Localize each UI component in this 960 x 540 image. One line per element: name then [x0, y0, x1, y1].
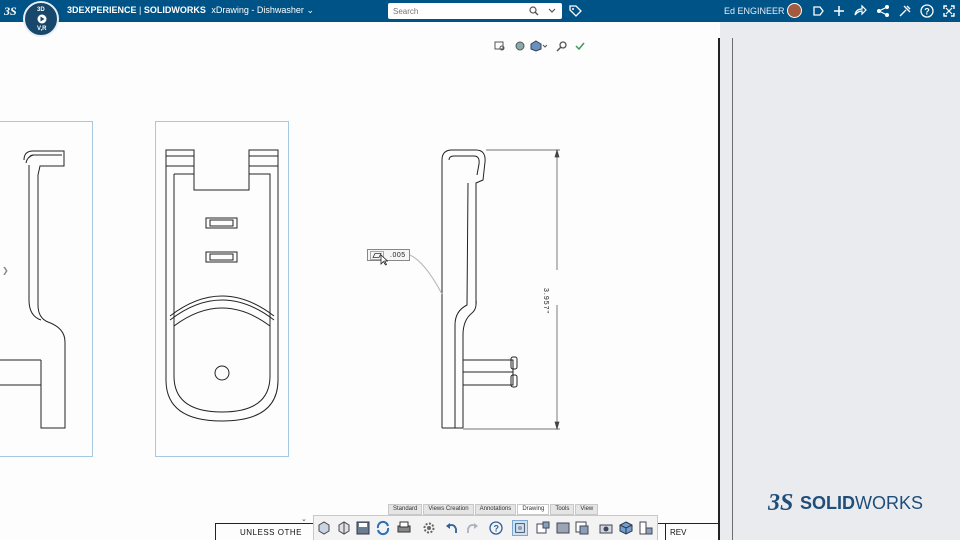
tab-views-creation[interactable]: Views Creation [423, 504, 474, 515]
username[interactable]: Ed ENGINEER [724, 6, 785, 16]
help-icon[interactable]: ? [919, 3, 935, 19]
bom-table-icon[interactable] [638, 520, 654, 536]
rebuild-icon[interactable] [375, 520, 391, 536]
compass-button[interactable]: 3D V,R [23, 1, 59, 37]
redo-icon[interactable] [464, 520, 480, 536]
share-arrow-icon[interactable] [852, 3, 868, 19]
fullscreen-icon[interactable] [941, 3, 957, 19]
svg-text:?: ? [494, 524, 500, 534]
svg-text:3S: 3S [768, 490, 793, 516]
left-view-geometry [0, 150, 66, 429]
compass-label-vr: V,R [37, 26, 47, 32]
front-view-geometry [165, 149, 279, 422]
play-icon[interactable] [36, 14, 48, 24]
avatar[interactable] [787, 3, 802, 18]
side-panel [720, 22, 960, 540]
svg-text:?: ? [924, 7, 930, 17]
add-icon[interactable] [831, 3, 847, 19]
tools-icon[interactable] [897, 3, 913, 19]
print-icon[interactable] [396, 520, 412, 536]
solidworks-logo: 3S SOLIDWORKS [768, 490, 923, 516]
camera-view-icon[interactable] [598, 520, 614, 536]
section-view-icon[interactable] [555, 520, 571, 536]
command-manager-tabs: Standard Views Creation Annotations Draw… [388, 504, 599, 515]
svg-text:SOLIDWORKS: SOLIDWORKS [800, 493, 923, 513]
open-icon[interactable] [336, 520, 352, 536]
title-block-divider [665, 523, 666, 540]
command-manager-toolbar: ? [313, 515, 658, 540]
tab-tools[interactable]: Tools [550, 504, 575, 515]
chevron-down-icon[interactable]: ⌄ [301, 515, 311, 525]
title-block-rev: REV [670, 528, 687, 537]
help-circle-icon[interactable]: ? [488, 520, 504, 536]
notifications-icon[interactable] [810, 3, 826, 19]
undo-icon[interactable] [444, 520, 460, 536]
compass-label-3d: 3D [37, 7, 45, 13]
tolerance-leader-line [409, 254, 443, 295]
options-gear-icon[interactable] [421, 520, 437, 536]
right-view-geometry [441, 149, 518, 429]
title-block-note: UNLESS OTHE [240, 528, 302, 537]
isometric-view-icon[interactable] [618, 520, 634, 536]
share-icon[interactable] [875, 3, 891, 19]
drawing-geometry [0, 148, 560, 431]
tab-view[interactable]: View [575, 504, 599, 515]
tab-standard[interactable]: Standard [388, 504, 423, 515]
geometric-tolerance-label[interactable]: .005 [367, 249, 410, 266]
tab-drawing[interactable]: Drawing [517, 504, 550, 515]
projected-view-icon[interactable] [535, 520, 551, 536]
dimension-value[interactable]: 3.957" [542, 288, 549, 314]
panel-divider [732, 38, 733, 540]
model-view-icon[interactable] [512, 520, 528, 536]
detail-view-icon[interactable] [574, 520, 590, 536]
new-icon[interactable] [316, 520, 332, 536]
collapse-arrow-icon[interactable]: ❯ [2, 266, 9, 275]
save-icon[interactable] [355, 520, 371, 536]
tab-annotations[interactable]: Annotations [474, 504, 517, 515]
mouse-cursor-icon [380, 254, 388, 266]
tolerance-value: .005 [390, 252, 406, 259]
